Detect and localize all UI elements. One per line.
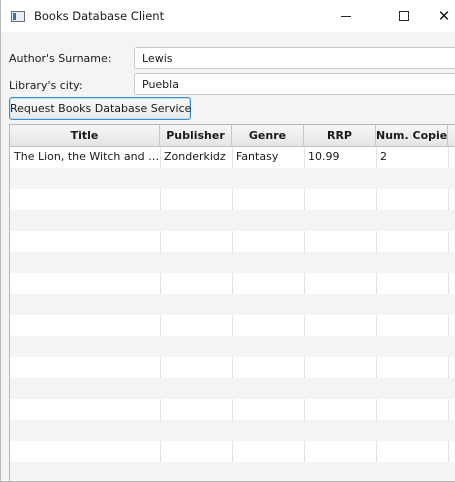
library-city-input[interactable] [134, 73, 455, 95]
table-row-empty[interactable] [10, 273, 455, 294]
column-header-num-copies[interactable]: Num. Copies [376, 125, 448, 147]
table-row-empty[interactable] [10, 399, 455, 420]
title-bar[interactable]: Books Database Client ✕ [1, 0, 455, 32]
cell-title: The Lion, the Witch and the Wardrobe [14, 150, 160, 163]
table-row-empty[interactable] [10, 441, 455, 462]
table-row-empty[interactable] [10, 189, 455, 210]
column-header-publisher[interactable]: Publisher [160, 125, 232, 147]
minimize-button[interactable] [323, 0, 369, 32]
books-table[interactable]: Title Publisher Genre RRP Num. Copies Th… [9, 124, 455, 481]
table-row[interactable]: The Lion, the Witch and the Wardrobe Zon… [10, 147, 455, 168]
cell-genre: Fantasy [236, 150, 279, 163]
table-row-empty[interactable] [10, 378, 455, 399]
table-row-empty[interactable] [10, 462, 455, 481]
library-city-label: Library's city: [9, 79, 83, 92]
cell-num-copies: 2 [380, 150, 387, 163]
column-header-title[interactable]: Title [10, 125, 160, 147]
close-button[interactable]: ✕ [421, 0, 455, 32]
table-row-empty[interactable] [10, 357, 455, 378]
table-row-empty[interactable] [10, 231, 455, 252]
request-service-button[interactable]: Request Books Database Service [9, 97, 191, 120]
close-icon: ✕ [437, 6, 451, 25]
table-header: Title Publisher Genre RRP Num. Copies [10, 125, 455, 147]
author-surname-label: Author's Surname: [9, 52, 112, 65]
app-window: Books Database Client ✕ Author's Surname… [0, 0, 455, 482]
table-row-empty[interactable] [10, 210, 455, 231]
maximize-icon [399, 11, 409, 21]
minimize-icon [341, 15, 351, 17]
table-row-empty[interactable] [10, 294, 455, 315]
app-icon [11, 11, 25, 22]
column-header-rrp[interactable]: RRP [304, 125, 376, 147]
window-title: Books Database Client [34, 9, 165, 23]
cell-publisher: Zonderkidz [164, 150, 226, 163]
table-row-empty[interactable] [10, 252, 455, 273]
cell-rrp: 10.99 [308, 150, 340, 163]
author-surname-input[interactable] [134, 47, 455, 69]
table-row-empty[interactable] [10, 315, 455, 336]
table-row-empty[interactable] [10, 336, 455, 357]
table-row-empty[interactable] [10, 168, 455, 189]
table-row-empty[interactable] [10, 420, 455, 441]
column-header-genre[interactable]: Genre [232, 125, 304, 147]
